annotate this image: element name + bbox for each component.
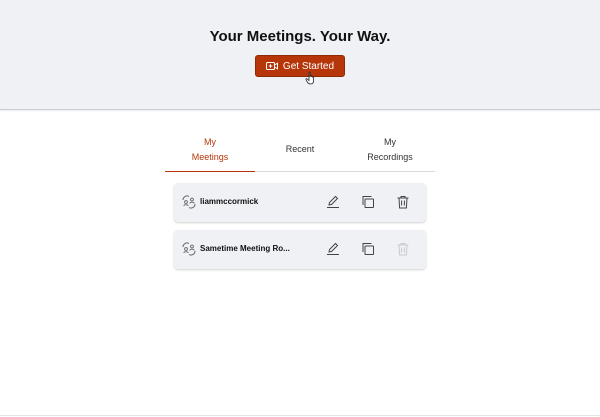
meeting-room-icon [182,195,196,214]
tab-my-meetings[interactable]: My Meetings [165,128,255,172]
meeting-room-card[interactable]: Sametime Meeting Ro... [174,230,426,269]
meeting-room-name: Sametime Meeting Ro... [200,244,290,253]
hand-cursor-icon [305,71,317,90]
meeting-room-card[interactable]: liammccormick [174,183,426,222]
get-started-label: Get Started [282,60,335,72]
edit-pencil-icon[interactable] [326,195,340,214]
edit-pencil-icon[interactable] [326,242,340,261]
hero-banner: Your Meetings. Your Way. Get Started [0,0,600,110]
trash-icon[interactable] [396,195,410,214]
copy-icon[interactable] [361,242,375,261]
tab-my-recordings[interactable]: My Recordings [345,128,435,171]
trash-icon-disabled [396,242,410,261]
page-divider [0,415,600,416]
video-camera-plus-icon [265,61,278,71]
hero-title: Your Meetings. Your Way. [209,28,391,45]
meeting-room-name: liammccormick [200,197,259,206]
meeting-room-icon [182,242,196,261]
copy-icon[interactable] [361,195,375,214]
meeting-tabs: My Meetings Recent My Recordings [165,128,435,172]
get-started-button[interactable]: Get Started [255,55,345,77]
tab-recent[interactable]: Recent [255,128,345,171]
